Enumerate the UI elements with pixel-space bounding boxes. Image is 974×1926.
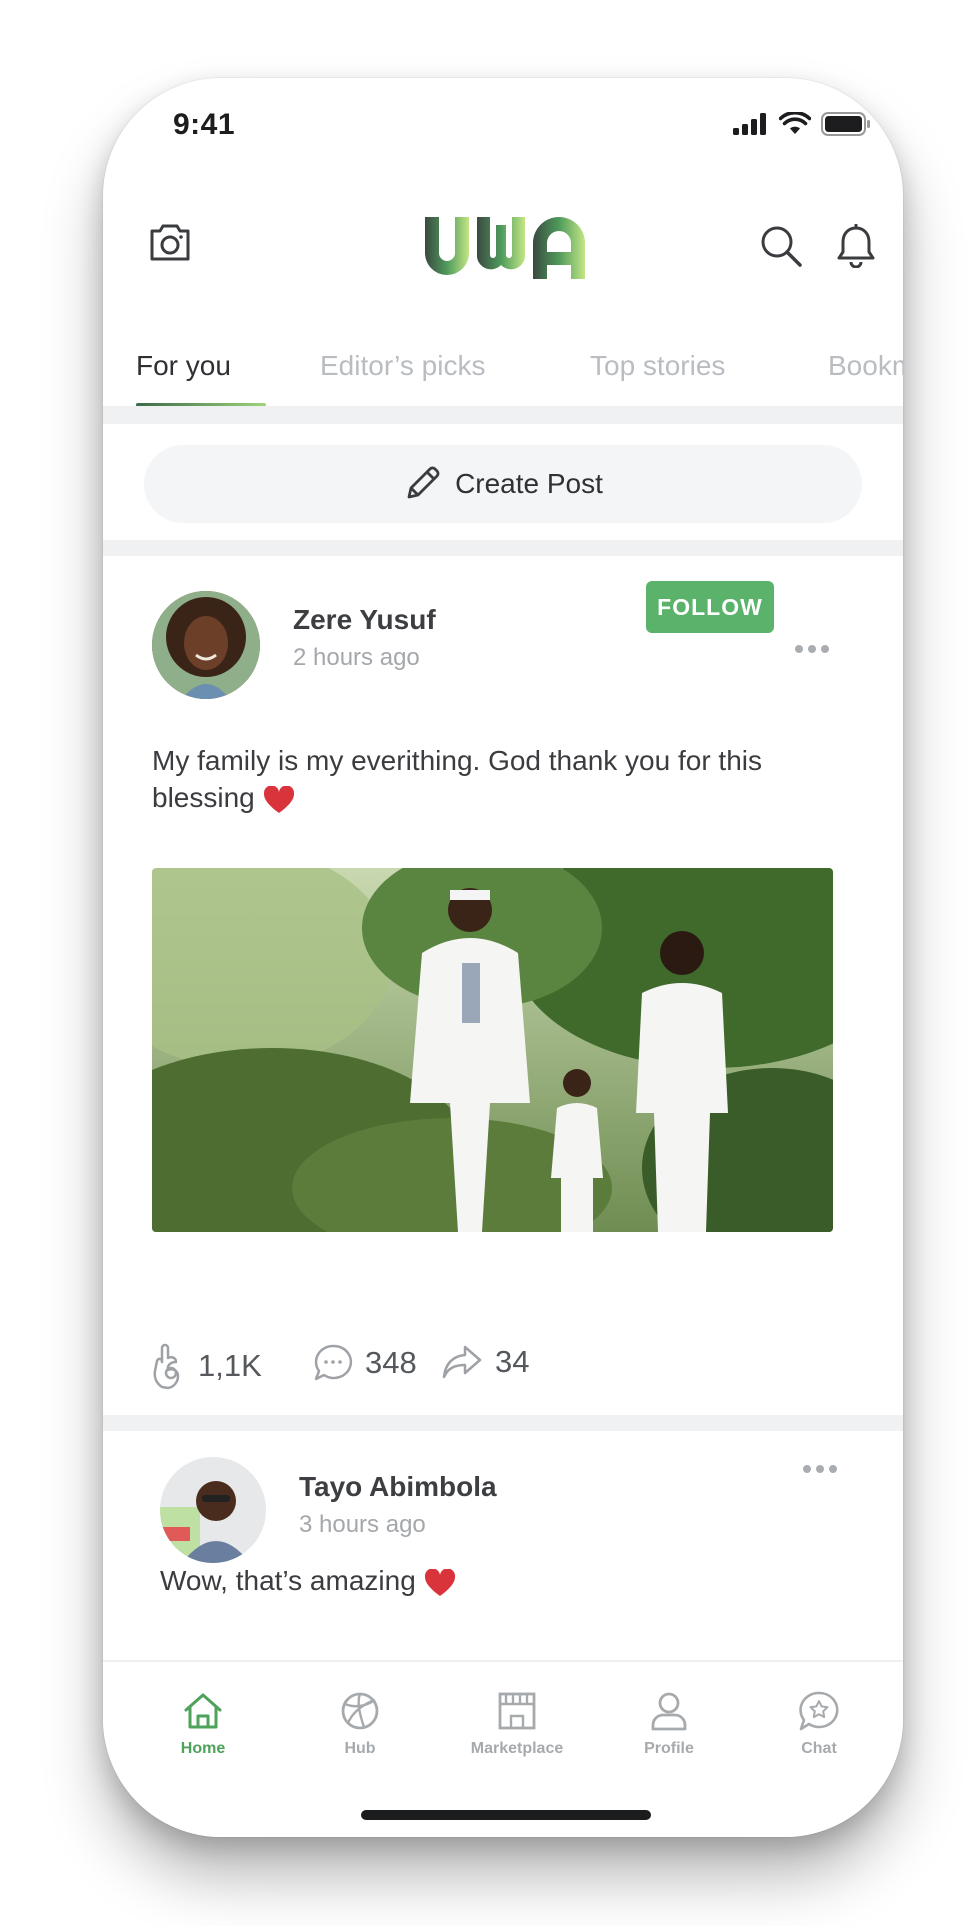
nav-label: Chat [801,1740,837,1757]
section-divider [103,1415,903,1431]
bell-icon[interactable] [837,224,875,268]
pencil-icon [407,466,440,499]
nav-label: Profile [644,1740,694,1757]
nav-item-chat[interactable]: Chat [759,1690,879,1758]
family-photo [152,868,833,1232]
signal-icon [733,113,766,135]
more-options-icon[interactable] [795,645,829,653]
likes-count: 1,1K [198,1348,262,1383]
post-time: 3 hours ago [299,1511,426,1538]
post-author[interactable]: Zere Yusuf [293,604,436,636]
nav-label: Hub [344,1740,376,1757]
nav-item-marketplace[interactable]: Marketplace [457,1690,577,1758]
post-time: 2 hours ago [293,644,420,671]
home-icon [184,1693,222,1729]
section-divider [103,408,903,424]
avatar[interactable] [152,591,260,699]
comments-button[interactable]: 348 [313,1343,417,1383]
shares-count: 34 [495,1344,530,1379]
feed-tabs: For you Editor’s picks Top stories Bookm [103,328,903,408]
section-divider [103,540,903,556]
post-text: My family is my everithing. God thank yo… [152,742,822,816]
follow-button[interactable]: FOLLOW [646,581,774,633]
status-time: 9:41 [173,108,236,141]
avatar-image [160,1457,266,1563]
hand-icon [153,1343,180,1389]
phone-frame: 9:41 For you Editor’s picks Top stories … [103,78,903,1837]
post-text-content: Wow, that’s amazing [160,1565,416,1596]
avatar-image [152,591,260,699]
post-text-content: My family is my everithing. God thank yo… [152,745,762,813]
nav-label: Marketplace [470,1740,564,1757]
nav-item-profile[interactable]: Profile [609,1690,729,1758]
store-icon [498,1692,536,1730]
share-button[interactable]: 34 [441,1343,529,1381]
comment-icon [314,1344,353,1381]
post-photo[interactable] [152,868,833,1232]
heart-icon [263,785,294,813]
wifi-icon [779,112,811,134]
heart-icon [424,1568,455,1596]
nav-label: Home [180,1740,226,1757]
battery-icon [821,112,870,136]
app-screen: 9:41 For you Editor’s picks Top stories … [103,78,903,1837]
uwa-logo [425,217,585,279]
nav-item-home[interactable]: Home [143,1690,263,1758]
comments-count: 348 [365,1345,417,1380]
tab-top-stories[interactable]: Top stories [590,350,725,382]
ball-icon [341,1692,379,1730]
post-author[interactable]: Tayo Abimbola [299,1471,497,1503]
tab-bookmarks[interactable]: Bookm [828,350,903,382]
more-options-icon[interactable] [803,1465,837,1473]
share-icon [442,1345,482,1379]
chat-star-icon [799,1691,839,1731]
search-icon[interactable] [759,224,803,268]
home-indicator [361,1810,651,1820]
status-icons [733,112,871,136]
post-text: Wow, that’s amazing [160,1562,820,1599]
create-post-button[interactable]: Create Post [144,445,862,523]
avatar[interactable] [160,1457,266,1563]
likes-button[interactable]: 1,1K [152,1343,262,1389]
create-post-label: Create Post [455,468,603,499]
nav-item-hub[interactable]: Hub [300,1690,420,1758]
camera-icon[interactable] [148,223,192,263]
tab-editors-picks[interactable]: Editor’s picks [320,350,485,382]
person-icon [651,1692,687,1731]
tab-for-you[interactable]: For you [136,350,231,382]
